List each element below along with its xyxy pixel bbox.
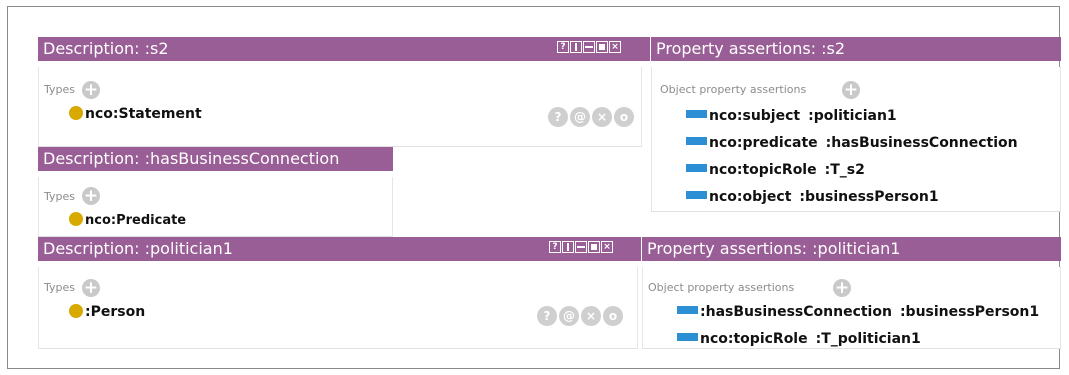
property-assertions-politician1-body: Object property assertions + :hasBusines… (642, 267, 1061, 349)
description-hasbusinessconnection-header: Description: :hasBusinessConnection (38, 147, 393, 171)
panel-title: Description: :politician1 (43, 239, 233, 258)
help-icon[interactable]: ? (548, 107, 568, 127)
panel-title: Property assertions: :s2 (656, 39, 846, 58)
annotate-icon[interactable]: @ (570, 107, 590, 127)
object-property-assertions-label: Object property assertions (648, 281, 795, 294)
split-horizontal-icon[interactable] (583, 41, 595, 53)
class-icon (69, 212, 83, 226)
object-property-icon (686, 137, 707, 145)
item-actions: ? @ × o (548, 106, 636, 127)
property-assertions-politician1-header: Property assertions: :politician1 (642, 237, 1061, 261)
property-assertions-s2-body: Object property assertions + nco:subject… (651, 67, 1061, 212)
assertion-row[interactable]: nco:topicRole :T_s2 (686, 161, 865, 179)
type-item-label: :Person (85, 304, 146, 320)
assertion-row[interactable]: nco:subject :politician1 (686, 107, 897, 125)
panel-title: Property assertions: :politician1 (647, 239, 901, 258)
window-help-icon[interactable]: ? (557, 41, 569, 53)
object-property-icon (686, 164, 707, 172)
property-value: :businessPerson1 (899, 304, 1040, 320)
add-type-button[interactable]: + (82, 187, 100, 205)
window-help-icon[interactable]: ? (549, 241, 561, 253)
help-icon[interactable]: ? (537, 306, 557, 326)
property-name: nco:predicate (709, 135, 818, 151)
type-item[interactable]: :Person (69, 303, 145, 321)
split-horizontal-icon[interactable] (575, 241, 587, 253)
class-icon (69, 106, 83, 120)
property-value: :hasBusinessConnection (825, 135, 1018, 151)
class-icon (69, 304, 83, 318)
object-property-icon (677, 333, 698, 341)
object-property-icon (677, 306, 698, 314)
type-item-label: nco:Statement (85, 106, 202, 122)
property-name: :hasBusinessConnection (700, 304, 892, 320)
types-label: Types (44, 83, 75, 96)
property-name: nco:subject (709, 108, 801, 124)
property-value: :T_s2 (824, 162, 865, 178)
types-label: Types (44, 281, 75, 294)
annotate-icon[interactable]: @ (559, 306, 579, 326)
add-type-button[interactable]: + (82, 279, 100, 297)
type-item-label: nco:Predicate (85, 213, 187, 228)
property-assertions-s2-header: Property assertions: :s2 (651, 37, 1061, 61)
description-politician1-body: Types + :Person ? @ × o (38, 267, 638, 349)
close-view-icon[interactable]: × (609, 41, 621, 53)
split-vertical-icon[interactable] (570, 41, 582, 53)
window-controls: ? × (548, 241, 613, 257)
description-s2-body: Types + nco:Statement ? @ × o (38, 67, 642, 147)
assertion-row[interactable]: nco:predicate :hasBusinessConnection (686, 134, 1018, 152)
property-name: nco:topicRole (709, 162, 817, 178)
types-label: Types (44, 190, 75, 203)
property-name: nco:topicRole (700, 331, 808, 347)
object-property-icon (686, 110, 707, 118)
property-name: nco:object (709, 189, 792, 205)
type-item[interactable]: nco:Statement (69, 105, 202, 123)
maximize-icon[interactable] (588, 241, 600, 253)
type-item[interactable]: nco:Predicate (69, 212, 186, 230)
panel-title: Description: :hasBusinessConnection (43, 149, 340, 168)
screenshot-frame: Description: :s2 ? × Types + nco:Statemen… (7, 6, 1061, 369)
close-view-icon[interactable]: × (601, 241, 613, 253)
describe-icon[interactable]: o (603, 306, 623, 326)
panel-title: Description: :s2 (43, 39, 169, 58)
description-hasbusinessconnection-body: Types + nco:Predicate (38, 177, 393, 237)
describe-icon[interactable]: o (614, 107, 634, 127)
add-type-button[interactable]: + (82, 81, 100, 99)
delete-icon[interactable]: × (581, 306, 601, 326)
assertion-row[interactable]: nco:topicRole :T_politician1 (677, 330, 921, 348)
item-actions: ? @ × o (537, 305, 625, 326)
assertion-row[interactable]: nco:object :businessPerson1 (686, 188, 939, 206)
property-value: :businessPerson1 (799, 189, 939, 205)
object-property-assertions-label: Object property assertions (660, 83, 807, 96)
split-vertical-icon[interactable] (562, 241, 574, 253)
maximize-icon[interactable] (596, 41, 608, 53)
delete-icon[interactable]: × (592, 107, 612, 127)
assertion-row[interactable]: :hasBusinessConnection :businessPerson1 (677, 303, 1039, 321)
object-property-icon (686, 191, 707, 199)
property-value: :T_politician1 (815, 331, 921, 347)
add-assertion-button[interactable]: + (833, 279, 851, 297)
window-controls: ? × (556, 41, 621, 57)
property-value: :politician1 (808, 108, 897, 124)
add-assertion-button[interactable]: + (842, 81, 860, 99)
